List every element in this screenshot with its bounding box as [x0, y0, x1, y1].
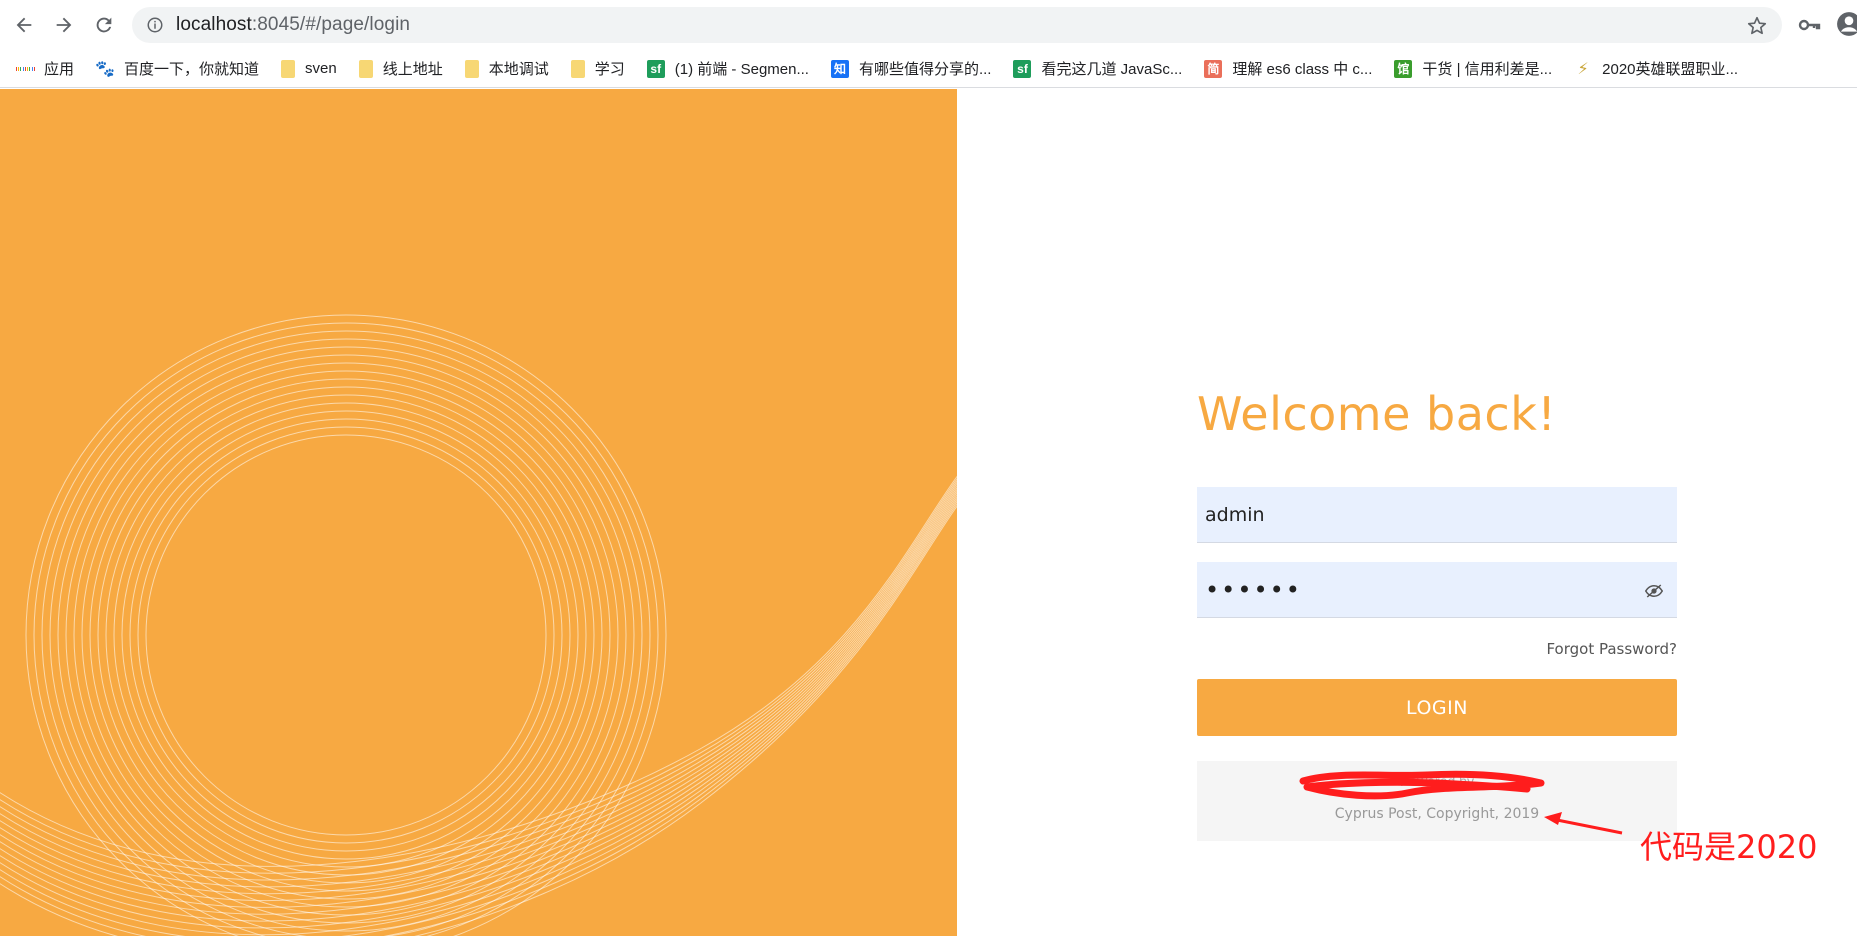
guan-icon: 馆 [1394, 59, 1413, 78]
reload-button[interactable] [84, 5, 124, 45]
hero-panel [0, 89, 957, 936]
url-host: localhost [176, 14, 252, 35]
bookmark-jianshu[interactable]: 简 理解 es6 class 中 c... [1204, 58, 1372, 79]
eye-slash-icon[interactable] [1645, 584, 1663, 598]
zhihu-icon: 知 [830, 59, 849, 78]
bookmark-label: (1) 前端 - Segmen... [674, 61, 809, 78]
login-page: Welcome back! Forgot Password? LOGIN Pow… [0, 89, 1857, 936]
username-input[interactable] [1205, 487, 1645, 542]
star-icon[interactable] [1746, 15, 1768, 37]
annotation-arrow-icon [1544, 812, 1623, 835]
password-field[interactable] [1197, 562, 1677, 618]
bookmark-segmentfault-frontend[interactable]: sf (1) 前端 - Segmen... [646, 58, 809, 79]
welcome-title: Welcome back! [1197, 387, 1557, 441]
bookmark-label: 线上地址 [382, 61, 443, 78]
address-bar[interactable]: localhost:8045/#/page/login [132, 7, 1782, 43]
arrow-right-icon [56, 17, 72, 33]
segmentfault-icon: sf [646, 59, 665, 78]
url-text[interactable]: localhost:8045/#/page/login [176, 14, 410, 36]
bookmark-label: 有哪些值得分享的... [858, 61, 992, 78]
bookmark-label: 干货 | 信用利差是... [1422, 61, 1553, 78]
red-redaction-scribble [1299, 770, 1545, 800]
bookmark-folder-study[interactable]: 学习 [570, 58, 625, 79]
bookmark-zhihu[interactable]: 知 有哪些值得分享的... [830, 58, 992, 79]
info-icon[interactable] [146, 16, 164, 34]
bookmark-label: 百度一下，你就知道 [124, 61, 260, 78]
bookmark-guan[interactable]: 馆 干货 | 信用利差是... [1394, 58, 1552, 79]
decorative-lines-art [0, 314, 957, 936]
back-button[interactable] [4, 5, 44, 45]
jianshu-icon: 简 [1204, 59, 1223, 78]
profile-avatar-icon[interactable] [1836, 11, 1857, 37]
folder-icon [570, 59, 585, 78]
bookmark-label: 理解 es6 class 中 c... [1232, 61, 1373, 78]
bookmark-label: 学习 [594, 61, 625, 78]
password-input[interactable] [1205, 562, 1645, 617]
bookmark-label: 2020英雄联盟职业... [1602, 61, 1739, 78]
arrow-left-icon [16, 17, 32, 33]
bookmark-label: 看完这几道 JavaSc... [1041, 61, 1183, 78]
segmentfault-icon: sf [1013, 59, 1032, 78]
bookmark-apps[interactable]: 应用 [16, 58, 74, 79]
url-path: :8045/#/page/login [251, 14, 411, 35]
forgot-password-link[interactable]: Forgot Password? [1546, 640, 1677, 658]
username-field[interactable] [1197, 487, 1677, 543]
annotation-note: 代码是2020 [1640, 828, 1818, 866]
bookmark-segmentfault-js[interactable]: sf 看完这几道 JavaSc... [1013, 58, 1182, 79]
folder-icon [464, 59, 479, 78]
bookmark-label: sven [305, 60, 337, 77]
folder-icon [358, 59, 373, 78]
apps-grid-icon [16, 60, 34, 78]
bookmark-lol[interactable]: ⚡ 2020英雄联盟职业... [1574, 58, 1739, 79]
forward-button[interactable] [44, 5, 84, 45]
lol-icon: ⚡ [1577, 60, 1589, 78]
bookmark-label: 本地调试 [488, 61, 549, 78]
key-icon[interactable] [1797, 13, 1821, 37]
bookmark-folder-sven[interactable]: sven [281, 59, 337, 78]
baidu-paw-icon: 🐾 [95, 60, 115, 78]
bookmark-folder-online[interactable]: 线上地址 [358, 58, 443, 79]
bookmarks-bar: 应用 🐾 百度一下，你就知道 sven 线上地址 本地调试 学习 sf (1) … [0, 50, 1857, 88]
bookmark-label: 应用 [44, 61, 75, 78]
bookmark-baidu[interactable]: 🐾 百度一下，你就知道 [95, 58, 260, 79]
browser-toolbar: localhost:8045/#/page/login [0, 0, 1857, 50]
login-button[interactable]: LOGIN [1197, 679, 1677, 736]
reload-icon [96, 17, 112, 33]
folder-icon [281, 59, 296, 78]
bookmark-folder-local[interactable]: 本地调试 [464, 58, 549, 79]
